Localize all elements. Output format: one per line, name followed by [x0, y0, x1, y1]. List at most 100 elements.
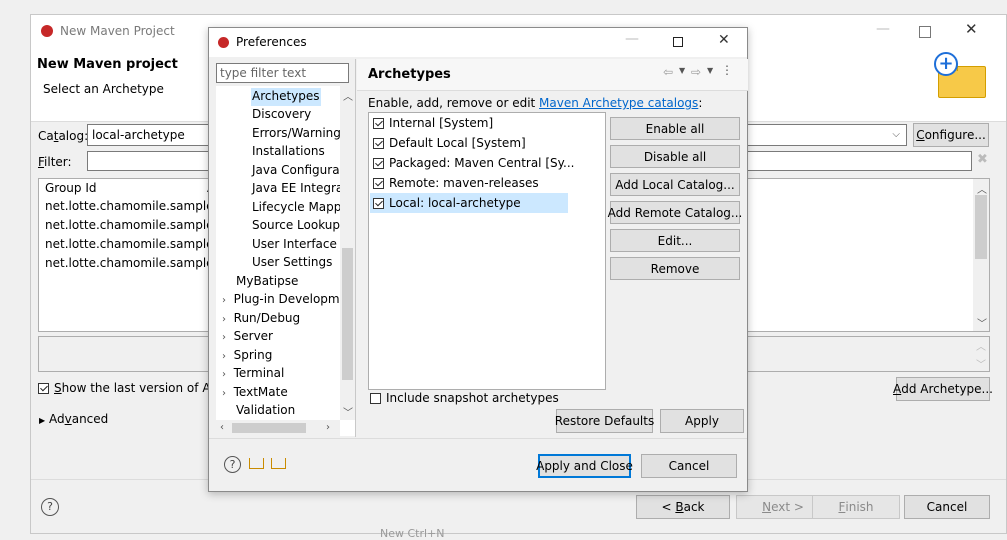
add-remote-catalog-button[interactable]: Add Remote Catalog...	[608, 201, 742, 224]
chevron-right-icon[interactable]: ›	[222, 388, 226, 399]
checkbox-icon[interactable]	[373, 118, 384, 129]
bg-minimize-icon[interactable]: —	[876, 21, 890, 37]
filter-placeholder: type filter text	[220, 66, 307, 80]
scrollbar-thumb[interactable]	[975, 195, 987, 259]
bg-cancel-button[interactable]: Cancel	[904, 495, 990, 519]
eclipse-logo-icon	[218, 37, 229, 48]
tree-item[interactable]: Discovery	[252, 107, 311, 121]
tree-item[interactable]: › Terminal	[222, 366, 284, 380]
checkbox-icon	[38, 383, 49, 394]
catalog-combo-value: local-archetype	[92, 128, 185, 142]
scrollbar-thumb[interactable]	[342, 248, 353, 380]
advanced-expander[interactable]: ▶ Advanced	[39, 412, 108, 426]
clear-filter-icon[interactable]: ✖	[977, 152, 988, 167]
tree-vscrollbar[interactable]: ︿ ﹀	[340, 86, 355, 420]
checkbox-icon[interactable]	[370, 393, 381, 404]
restore-defaults-button[interactable]: Restore Defaults	[555, 409, 654, 433]
pref-close-icon[interactable]: ✕	[718, 32, 730, 48]
edit-button[interactable]: Edit...	[610, 229, 740, 252]
pref-maximize-icon[interactable]	[673, 37, 683, 47]
page-header: Archetypes ⇦ ▼ ⇨ ▼ ⋮	[357, 59, 748, 91]
table-row[interactable]: net.lotte.chamomile.samples	[45, 218, 220, 232]
chevron-right-icon[interactable]: ›	[222, 369, 226, 380]
table-scrollbar[interactable]: ︿ ﹀	[973, 179, 989, 331]
chevron-right-icon[interactable]: ›	[222, 295, 226, 306]
catalog-list[interactable]: Internal [System] Default Local [System]…	[368, 112, 606, 390]
tree-item-archetypes[interactable]: Archetypes	[252, 89, 320, 103]
desc-scroll-up-icon[interactable]: ︿	[976, 338, 986, 353]
import-icon[interactable]	[249, 458, 264, 469]
checkbox-icon[interactable]	[373, 198, 384, 209]
forward-menu-chevron-icon[interactable]: ▼	[707, 66, 713, 75]
chevron-right-icon[interactable]: ›	[222, 332, 226, 343]
table-row[interactable]: net.lotte.chamomile.samples	[45, 256, 220, 270]
tree-item-validation[interactable]: Validation	[236, 403, 295, 417]
list-item[interactable]: Local: local-archetype	[373, 196, 521, 210]
tree-item[interactable]: Lifecycle Mapp	[252, 200, 341, 214]
scroll-down-icon: ﹀	[343, 408, 353, 419]
list-item[interactable]: Packaged: Maven Central [Sy...	[373, 156, 574, 170]
apply-button[interactable]: Apply	[660, 409, 744, 433]
tree-item[interactable]: › Server	[222, 329, 273, 343]
catalogs-link[interactable]: Maven Archetype catalogs	[539, 96, 698, 110]
bg-help-icon[interactable]: ?	[41, 498, 59, 516]
pref-cancel-button[interactable]: Cancel	[641, 454, 737, 478]
list-item[interactable]: Default Local [System]	[373, 136, 526, 150]
list-item[interactable]: Internal [System]	[373, 116, 493, 130]
checkbox-icon[interactable]	[373, 138, 384, 149]
table-header-group-id[interactable]: Group Id	[45, 181, 97, 195]
show-last-version-checkbox[interactable]: Show the last version of Arc	[38, 381, 222, 395]
view-menu-icon[interactable]: ⋮	[721, 63, 733, 77]
tree-item[interactable]: Java Configura	[252, 163, 340, 177]
checkbox-icon[interactable]	[373, 158, 384, 169]
back-menu-chevron-icon[interactable]: ▼	[679, 66, 685, 75]
tree-item[interactable]: Source Lookup	[252, 218, 340, 232]
add-local-catalog-button[interactable]: Add Local Catalog...	[610, 173, 740, 196]
scroll-up-icon: ︿	[977, 185, 987, 196]
tree-item[interactable]: Errors/Warning	[252, 126, 341, 140]
list-item[interactable]: Remote: maven-releases	[373, 176, 539, 190]
configure-button[interactable]: Configure...	[913, 123, 989, 147]
tree-item[interactable]: › Run/Debug	[222, 311, 300, 325]
enable-all-button[interactable]: Enable all	[610, 117, 740, 140]
remove-button[interactable]: Remove	[610, 257, 740, 280]
tree-item-mybatipse[interactable]: MyBatipse	[236, 274, 298, 288]
preferences-tree[interactable]: Archetypes Discovery Errors/Warning Inst…	[216, 86, 355, 436]
back-nav-icon[interactable]: ⇦	[663, 65, 673, 79]
finish-button[interactable]: Finish	[812, 495, 900, 519]
bg-maximize-icon[interactable]	[919, 26, 931, 38]
chevron-right-icon[interactable]: ›	[222, 314, 226, 325]
pref-title: Preferences	[236, 35, 307, 49]
desc-scroll-down-icon[interactable]: ﹀	[976, 356, 986, 371]
pane-sash[interactable]	[355, 59, 356, 437]
pref-minimize-icon[interactable]: —	[625, 31, 639, 47]
checkbox-icon[interactable]	[373, 178, 384, 189]
add-archetype-button[interactable]: Add Archetype...	[893, 377, 993, 401]
tree-item[interactable]: Installations	[252, 144, 325, 158]
pref-filter-input[interactable]: type filter text	[216, 63, 349, 83]
bg-close-icon[interactable]: ✕	[965, 20, 978, 38]
export-icon[interactable]	[271, 458, 286, 469]
table-row[interactable]: net.lotte.chamomile.samples	[45, 199, 220, 213]
disable-all-button[interactable]: Disable all	[610, 145, 740, 168]
table-row[interactable]: net.lotte.chamomile.samples	[45, 237, 220, 251]
scrollbar-thumb[interactable]	[232, 423, 306, 433]
include-snapshot-checkbox[interactable]: Include snapshot archetypes	[370, 391, 559, 405]
chevron-right-icon[interactable]: ›	[222, 351, 226, 362]
back-button[interactable]: < Back	[636, 495, 730, 519]
tree-item[interactable]: Java EE Integra	[252, 181, 343, 195]
apply-and-close-button[interactable]: Apply and Close	[536, 454, 633, 478]
tree-item[interactable]: › Spring	[222, 348, 272, 362]
tree-hscrollbar[interactable]: ‹ ›	[216, 420, 340, 436]
tree-item[interactable]: User Settings	[252, 255, 332, 269]
tree-item[interactable]: › TextMate	[222, 385, 288, 399]
forward-nav-icon[interactable]: ⇨	[691, 65, 701, 79]
tree-item[interactable]: User Interface	[252, 237, 337, 251]
help-icon[interactable]: ?	[224, 456, 241, 473]
catalog-label: Catalog:	[38, 129, 89, 143]
preferences-dialog: Preferences — ✕ type filter text Archety…	[208, 27, 748, 492]
tree-item[interactable]: › Plug-in Developm	[222, 292, 340, 306]
menu-hint-text: New Ctrl+N	[380, 527, 445, 540]
eclipse-logo-icon	[41, 25, 53, 37]
scroll-right-icon: ›	[326, 422, 330, 433]
